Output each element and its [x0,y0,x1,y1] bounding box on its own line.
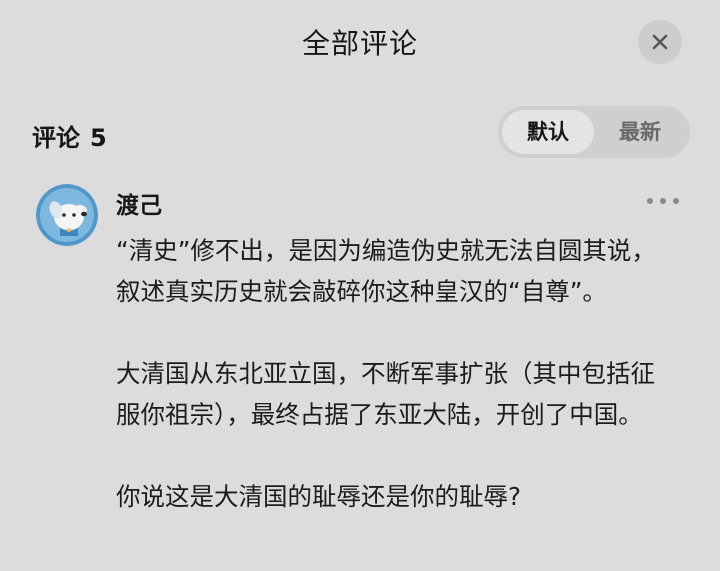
comments-header: 评论 5 默认 最新 [0,104,720,160]
close-icon [652,34,668,50]
comment-paragraph: 大清国从东北亚立国，不断军事扩张（其中包括征服你祖宗），最终占据了东亚大陆，开创… [116,359,655,429]
close-button[interactable] [638,20,682,64]
sort-default-button[interactable]: 默认 [502,110,594,154]
page-title: 全部评论 [301,27,418,60]
avatar[interactable] [36,184,98,246]
comments-count-title: 评论 5 [32,118,107,153]
comments-label: 评论 [32,124,80,152]
comments-count: 5 [90,124,107,152]
sort-latest-button[interactable]: 最新 [594,110,686,154]
dog-avatar-icon [36,184,98,246]
sheet-header: 全部评论 [0,0,720,86]
comment-paragraph: 你说这是大清国的耻辱还是你的耻辱? [116,482,522,511]
comment-paragraph: “清史”修不出，是因为编造伪史就无法自圆其说，叙述真实历史就会敲碎你这种皇汉的“… [116,236,656,306]
comment-body: “清史”修不出，是因为编造伪史就无法自圆其说，叙述真实历史就会敲碎你这种皇汉的“… [116,230,676,558]
more-dots-icon [647,198,679,204]
sort-toggle: 默认 最新 [498,106,690,158]
more-options-button[interactable] [640,186,686,216]
comment-username[interactable]: 渡己 [116,186,162,220]
